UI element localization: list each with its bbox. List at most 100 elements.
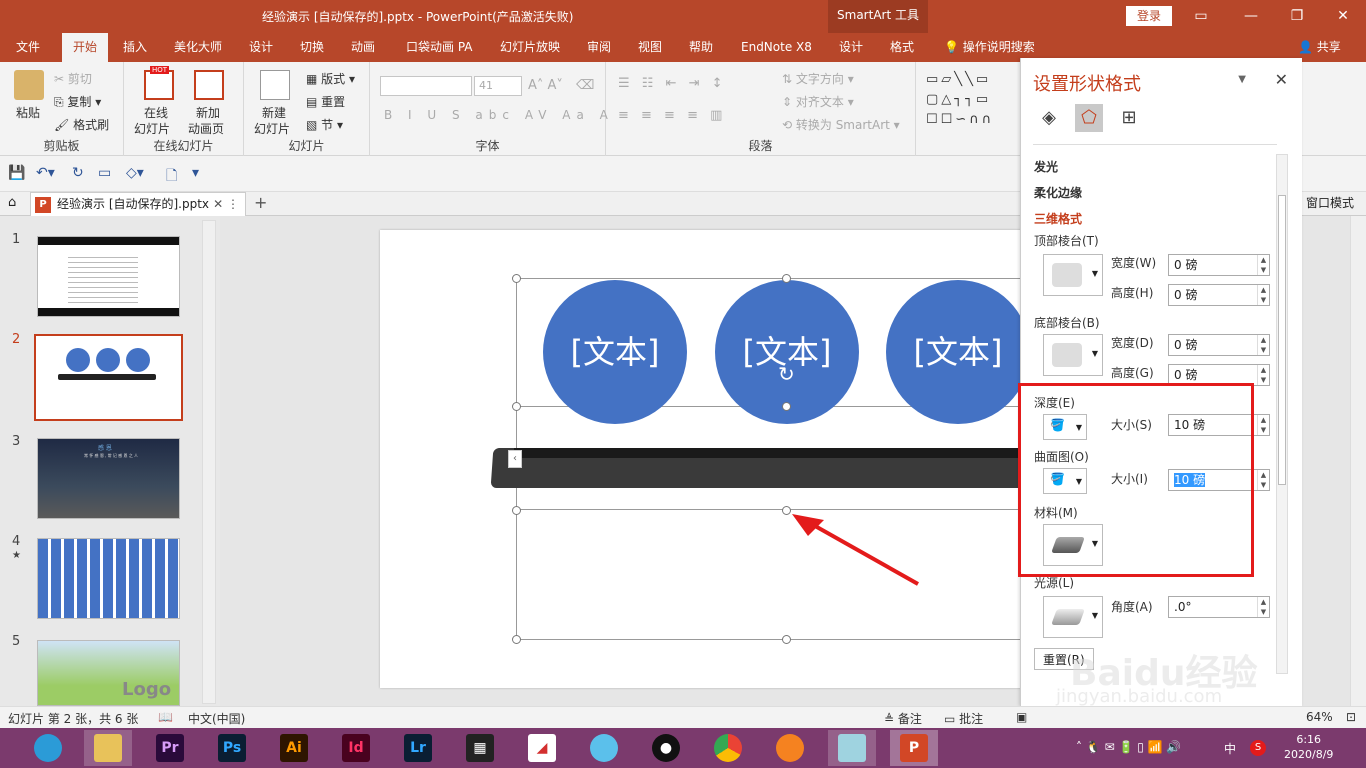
undo-icon[interactable]: ↶▾	[36, 165, 55, 181]
tab-design[interactable]: 设计	[243, 33, 279, 62]
indesign-icon[interactable]: Id	[332, 730, 380, 766]
restore-icon[interactable]: ❐	[1282, 4, 1312, 28]
chat-app-icon[interactable]	[580, 730, 628, 766]
resize-handle[interactable]	[512, 506, 521, 515]
thumbnails-scrollbar[interactable]	[202, 220, 216, 704]
spin-arrows-icon[interactable]: ▲ ▼	[1257, 470, 1269, 490]
slide-thumbnail-1[interactable]	[37, 236, 180, 317]
angle-field[interactable]: .0° ▲ ▼	[1168, 596, 1270, 618]
illustrator-icon[interactable]: Ai	[270, 730, 318, 766]
notes-button[interactable]: ≜ 备注	[884, 710, 922, 727]
customize-icon[interactable]: ▾	[192, 165, 199, 181]
resize-handle[interactable]	[512, 274, 521, 283]
tab-pocket-animation[interactable]: 口袋动画 PA	[400, 33, 479, 62]
window-mode-button[interactable]: 窗口模式	[1306, 192, 1354, 214]
alignment-buttons[interactable]: ≡ ≡ ≡ ≡ ▥	[618, 108, 726, 123]
explorer-icon[interactable]	[84, 730, 132, 766]
cut-button[interactable]: ✂ 剪切	[54, 70, 92, 87]
shape-icon[interactable]: ◇▾	[126, 165, 144, 181]
home-icon[interactable]: ⌂	[8, 195, 16, 210]
tab-view[interactable]: 视图	[632, 33, 668, 62]
redo-icon[interactable]: ↻	[72, 165, 84, 181]
close-pane-icon[interactable]: ✕	[1275, 70, 1288, 89]
pane-options-icon[interactable]: ▼	[1238, 74, 1246, 85]
rotate-handle-icon[interactable]: ↻	[778, 362, 795, 386]
powerpoint-taskbar-icon[interactable]: P	[890, 730, 938, 766]
tray-icons[interactable]: ˄ 🐧 ✉ 🔋 ▯ 📶 🔊	[1076, 740, 1181, 754]
browser-icon[interactable]	[766, 730, 814, 766]
bottom-bevel-width-field[interactable]: 0 磅 ▲ ▼	[1168, 334, 1270, 356]
bottom-bevel-picker[interactable]: ▼	[1043, 334, 1103, 376]
fit-slide-icon[interactable]: ⊡	[1346, 710, 1356, 724]
tab-review[interactable]: 审阅	[581, 33, 617, 62]
resize-handle[interactable]	[512, 402, 521, 411]
clock[interactable]: 6:16 2020/8/9	[1284, 732, 1333, 762]
resize-handle[interactable]	[782, 274, 791, 283]
reset-button[interactable]: ▤ 重置	[306, 93, 345, 110]
new-doc-icon[interactable]: 🗋	[166, 165, 177, 189]
tab-smartart-design[interactable]: 设计	[833, 33, 869, 62]
video-editor-icon[interactable]: ▦	[456, 730, 504, 766]
canvas-scrollbar[interactable]	[1350, 216, 1366, 706]
tab-insert[interactable]: 插入	[117, 33, 153, 62]
3d-format-section[interactable]: 三维格式	[1034, 210, 1082, 227]
comments-button[interactable]: ▭ 批注	[944, 710, 983, 727]
slide-thumbnail-4[interactable]	[37, 538, 180, 619]
clear-format-icon[interactable]: ⌫	[576, 78, 594, 93]
spin-arrows-icon[interactable]: ▲ ▼	[1257, 597, 1269, 617]
chrome-icon[interactable]	[704, 730, 752, 766]
slide-thumbnail-5[interactable]: Logo	[37, 640, 180, 706]
spin-arrows-icon[interactable]: ▲ ▼	[1257, 365, 1269, 385]
text-direction-button[interactable]: ⇅ 文字方向 ▾	[782, 70, 854, 87]
resize-handle[interactable]	[512, 635, 521, 644]
resize-handle[interactable]	[782, 635, 791, 644]
new-slide-icon[interactable]	[260, 70, 290, 100]
tab-file[interactable]: 文件	[10, 33, 46, 62]
paste-button[interactable]: 粘贴	[16, 104, 40, 121]
font-size-select[interactable]: 41	[474, 76, 522, 96]
layout-button[interactable]: ▦ 版式 ▾	[306, 70, 355, 87]
lighting-picker[interactable]: ▼	[1043, 596, 1103, 638]
photoshop-icon[interactable]: Ps	[208, 730, 256, 766]
new-slide-button[interactable]: 新建	[262, 104, 286, 121]
glow-section[interactable]: 发光	[1034, 158, 1058, 175]
list-buttons[interactable]: ☰ ☷ ⇤ ⇥ ↕	[618, 76, 727, 91]
qq-icon[interactable]: ●	[642, 730, 690, 766]
shapes-gallery-row3[interactable]: ☐☐∽∩∩	[926, 112, 994, 127]
shapes-gallery-row2[interactable]: ▢△┐┐▭	[926, 92, 991, 107]
new-animation-button[interactable]: 新加	[196, 104, 220, 121]
premiere-icon[interactable]: Pr	[146, 730, 194, 766]
spellcheck-icon[interactable]: 📖	[158, 710, 173, 724]
app-icon[interactable]: ◢	[518, 730, 566, 766]
spin-arrows-icon[interactable]: ▲ ▼	[1257, 285, 1269, 305]
smartart-text-pane-toggle[interactable]: ‹	[508, 450, 522, 468]
format-painter-button[interactable]: 🖌 格式刷	[54, 116, 109, 133]
document-tab[interactable]: P 经验演示 [自动保存的].pptx ✕ ⋮	[30, 192, 246, 216]
slide-thumbnail-3[interactable]: 感 恩 常 怀 感 恩 , 常 记 感 恩 之 人	[37, 438, 180, 519]
smartart-circle-1[interactable]: [文本]	[543, 280, 687, 424]
tab-home[interactable]: 开始	[62, 33, 108, 62]
top-bevel-height-field[interactable]: 0 磅 ▲ ▼	[1168, 284, 1270, 306]
font-family-select[interactable]	[380, 76, 472, 96]
align-text-button[interactable]: ⇕ 对齐文本 ▾	[782, 93, 854, 110]
ime-indicator[interactable]: 中	[1224, 740, 1236, 757]
new-animation-icon[interactable]	[194, 70, 224, 100]
close-tab-icon[interactable]: ✕ ⋮	[213, 193, 239, 215]
reset-3d-button[interactable]: 重置(R)	[1034, 648, 1094, 670]
normal-view-icon[interactable]: ▣	[1016, 710, 1027, 724]
smartart-circle-3[interactable]: [文本]	[886, 280, 1030, 424]
online-slides-button[interactable]: 在线	[144, 104, 168, 121]
notes-app-icon[interactable]	[828, 730, 876, 766]
online-slides-button-line2[interactable]: 幻灯片	[134, 120, 170, 137]
new-animation-button-line2[interactable]: 动画页	[188, 120, 224, 137]
minimize-icon[interactable]: —	[1236, 4, 1266, 28]
lightroom-icon[interactable]: Lr	[394, 730, 442, 766]
section-button[interactable]: ▧ 节 ▾	[306, 116, 343, 133]
tab-endnote[interactable]: EndNote X8	[735, 33, 818, 62]
top-bevel-picker[interactable]: ▼	[1043, 254, 1103, 296]
pane-scrollbar[interactable]	[1276, 154, 1288, 674]
soft-edges-section[interactable]: 柔化边缘	[1034, 184, 1082, 201]
copy-button[interactable]: ⎘ 复制 ▾	[54, 93, 101, 110]
add-tab-icon[interactable]: +	[254, 192, 267, 214]
spin-arrows-icon[interactable]: ▲ ▼	[1257, 335, 1269, 355]
